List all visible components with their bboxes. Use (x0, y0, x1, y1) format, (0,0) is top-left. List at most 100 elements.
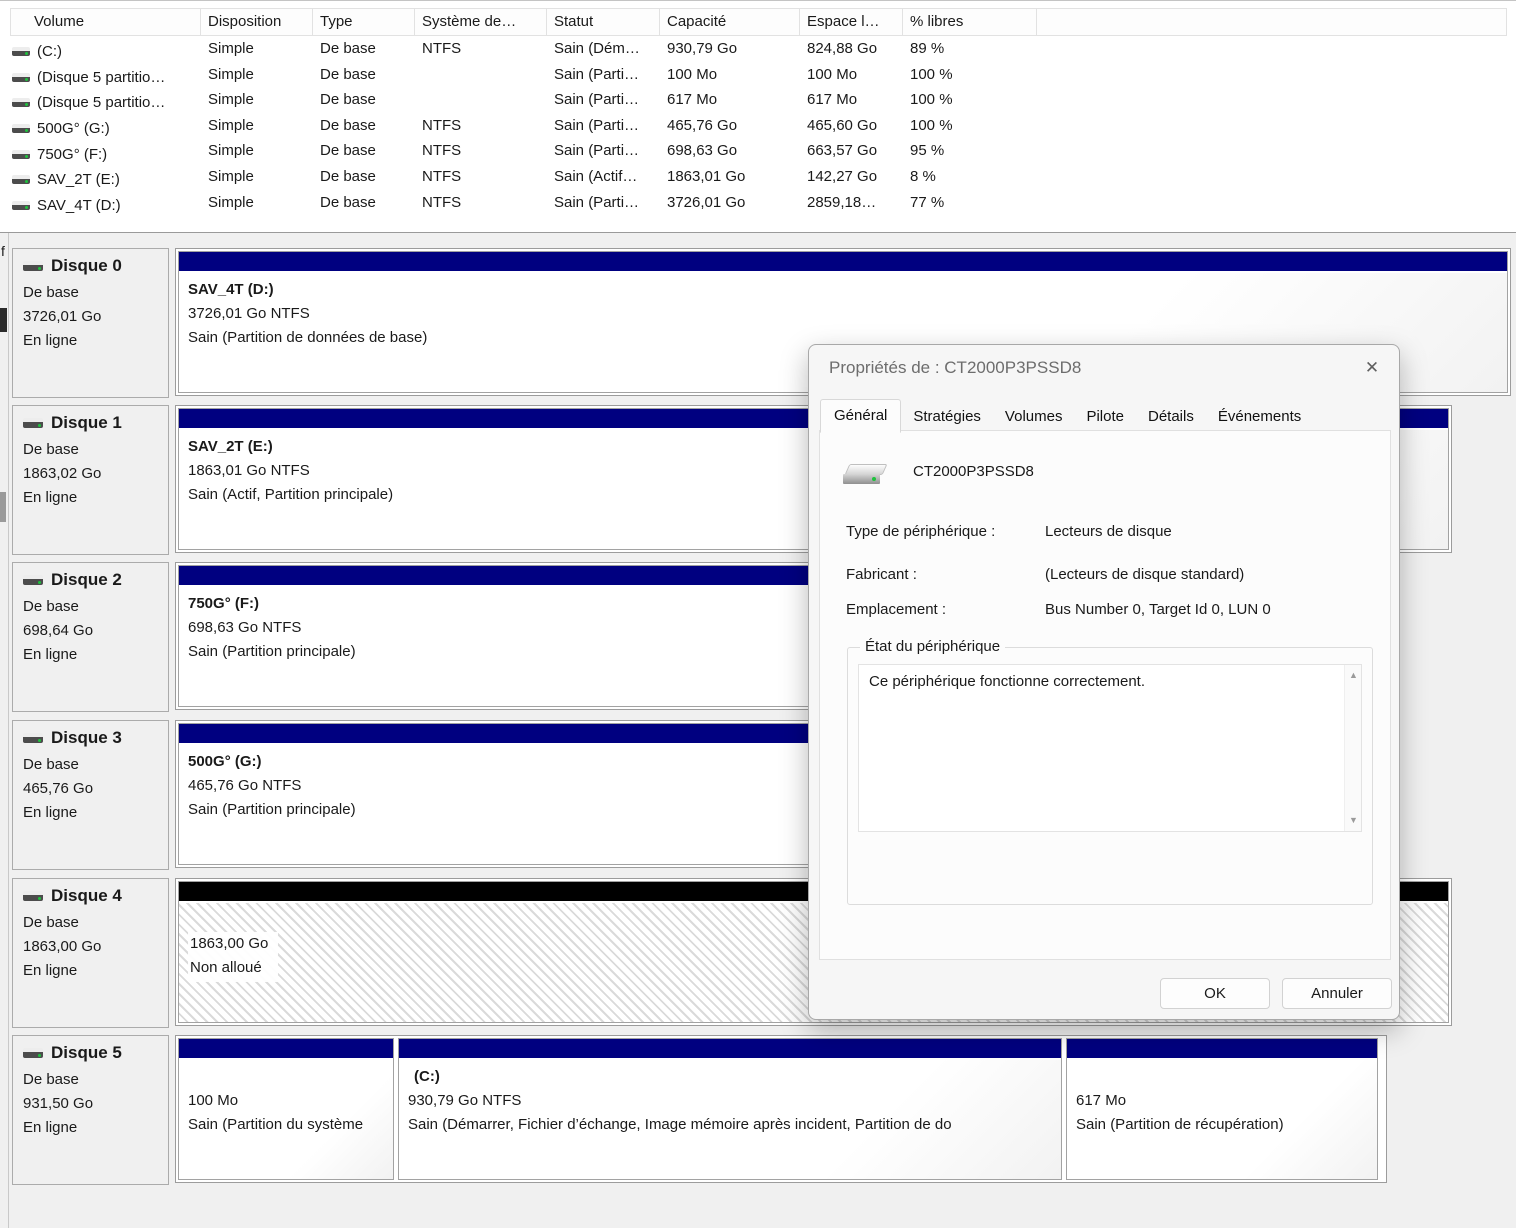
tab-pilote[interactable]: Pilote (1074, 404, 1136, 432)
disk-4-label-panel[interactable]: Disque 4 De base 1863,00 Go En ligne (12, 878, 169, 1028)
edge-mark (0, 308, 7, 332)
disk-size: 931,50 Go (23, 1095, 94, 1112)
column-header-pct-libres[interactable]: % libres (903, 8, 1037, 36)
cell-capacite: 3726,01 Go (667, 193, 746, 211)
cell-statut: Sain (Parti… (554, 65, 640, 83)
disk-status: En ligne (23, 1119, 78, 1136)
tab-volumes[interactable]: Volumes (993, 404, 1075, 432)
cell-statut: Sain (Actif… (554, 167, 638, 185)
cell-filesystem: NTFS (422, 116, 462, 134)
partition-system[interactable]: 100 Mo Sain (Partition du système (178, 1038, 394, 1180)
cell-espace: 100 Mo (807, 65, 858, 83)
cell-capacite: 698,63 Go (667, 142, 738, 160)
edge-text-fragment: f (1, 243, 5, 259)
volume-row[interactable]: SAV_4T (D:) (10, 192, 201, 218)
partition-color-strip (1067, 1039, 1377, 1060)
column-header-volume[interactable]: Volume (10, 8, 201, 36)
column-header-disposition[interactable]: Disposition (201, 8, 313, 36)
tab-evenements[interactable]: Événements (1206, 404, 1313, 432)
disk-management-window: f Volume Disposition Type Système de… St… (0, 0, 1516, 1228)
dialog-tab-page: CT2000P3PSSD8 Type de périphérique : Lec… (819, 430, 1391, 960)
disk-type: De base (23, 914, 79, 931)
tab-details[interactable]: Détails (1136, 404, 1206, 432)
partition-size: 1863,00 Go (190, 935, 269, 952)
partition-c[interactable]: (C:) 930,79 Go NTFS Sain (Démarrer, Fich… (398, 1038, 1062, 1180)
partition-title: (C:) (414, 1068, 440, 1085)
column-header-espace-libre[interactable]: Espace l… (800, 8, 903, 36)
volume-drive-icon (12, 47, 30, 57)
scrollbar[interactable]: ▲ ▼ (1344, 665, 1361, 831)
disk-name: Disque 2 (51, 570, 122, 589)
partition-size: 100 Mo (188, 1092, 239, 1109)
cell-statut: Sain (Parti… (554, 91, 640, 109)
disk-type: De base (23, 1071, 79, 1088)
cell-capacite: 930,79 Go (667, 40, 738, 57)
disk-size: 698,64 Go (23, 622, 94, 639)
cell-filesystem: NTFS (422, 40, 462, 57)
cell-filler (1037, 192, 1507, 218)
disk-3-label-panel[interactable]: Disque 3 De base 465,76 Go En ligne (12, 720, 169, 870)
device-name: CT2000P3PSSD8 (913, 463, 1034, 480)
disk-name: Disque 3 (51, 728, 122, 747)
disk-name: Disque 5 (51, 1043, 122, 1062)
cell-filler (1037, 64, 1507, 90)
column-header-filesystem[interactable]: Système de… (415, 8, 547, 36)
cell-capacite: 1863,01 Go (667, 167, 746, 185)
disk-2-label-panel[interactable]: Disque 2 De base 698,64 Go En ligne (12, 562, 169, 712)
cell-type: De base (320, 193, 376, 211)
disk-0-label-panel[interactable]: Disque 0 De base 3726,01 Go En ligne (12, 248, 169, 398)
device-type-row: Type de périphérique : Lecteurs de disqu… (846, 523, 1172, 540)
cell-espace: 663,57 Go (807, 142, 878, 160)
column-header-statut[interactable]: Statut (547, 8, 660, 36)
disk-size: 3726,01 Go (23, 308, 102, 325)
volume-row[interactable]: SAV_2T (E:) (10, 166, 201, 192)
disk-5-label-panel[interactable]: Disque 5 De base 931,50 Go En ligne (12, 1035, 169, 1185)
volume-list-header: Volume Disposition Type Système de… Stat… (10, 8, 1507, 36)
partition-title (188, 1065, 384, 1089)
disk-name: Disque 1 (51, 413, 122, 432)
volume-row[interactable]: (Disque 5 partitio… (10, 64, 201, 90)
tab-strategies[interactable]: Stratégies (901, 404, 993, 432)
cell-filesystem: NTFS (422, 193, 462, 211)
volume-drive-icon (12, 149, 30, 159)
disk-drive-icon (842, 457, 888, 491)
partition-state: Non alloué (190, 959, 262, 976)
cell-statut: Sain (Parti… (554, 116, 640, 134)
cell-disposition: Simple (208, 65, 254, 83)
device-type-label: Type de périphérique : (846, 523, 996, 540)
disk-icon (23, 891, 43, 901)
cell-filler (1037, 89, 1507, 115)
column-header-type[interactable]: Type (313, 8, 415, 36)
cell-espace: 824,88 Go (807, 40, 878, 57)
volume-name: 750G° (F:) (37, 145, 108, 163)
volume-drive-icon (12, 72, 30, 82)
cell-type: De base (320, 65, 376, 83)
volume-name: SAV_4T (D:) (37, 196, 121, 214)
volume-row[interactable]: (C:) (10, 38, 201, 64)
partition-recovery[interactable]: 617 Mo Sain (Partition de récupération) (1066, 1038, 1378, 1180)
cell-libres: 77 % (910, 193, 945, 211)
volume-name: SAV_2T (E:) (37, 171, 120, 189)
volume-row[interactable]: 750G° (F:) (10, 140, 201, 166)
location-label: Emplacement : (846, 601, 947, 618)
volume-name: (Disque 5 partitio… (37, 94, 166, 112)
disk-size: 1863,00 Go (23, 938, 102, 955)
scroll-down-icon[interactable]: ▼ (1345, 812, 1362, 829)
volume-row[interactable]: (Disque 5 partitio… (10, 89, 201, 115)
scroll-up-icon[interactable]: ▲ (1345, 667, 1362, 684)
tab-general[interactable]: Général (820, 399, 902, 433)
cell-statut: Sain (Dém… (554, 40, 640, 57)
volume-row[interactable]: 500G° (G:) (10, 115, 201, 141)
disk-1-label-panel[interactable]: Disque 1 De base 1863,02 Go En ligne (12, 405, 169, 555)
ok-button[interactable]: OK (1160, 978, 1270, 1009)
partition-size: 617 Mo (1076, 1092, 1127, 1109)
manufacturer-value: (Lecteurs de disque standard) (1045, 566, 1245, 583)
close-icon[interactable]: ✕ (1357, 353, 1387, 383)
volume-name: (C:) (37, 43, 62, 61)
column-header-capacite[interactable]: Capacité (660, 8, 800, 36)
manufacturer-label: Fabricant : (846, 566, 917, 583)
cell-statut: Sain (Parti… (554, 193, 640, 211)
cell-disposition: Simple (208, 116, 254, 134)
cell-filesystem: NTFS (422, 142, 462, 160)
cancel-button[interactable]: Annuler (1282, 978, 1392, 1009)
